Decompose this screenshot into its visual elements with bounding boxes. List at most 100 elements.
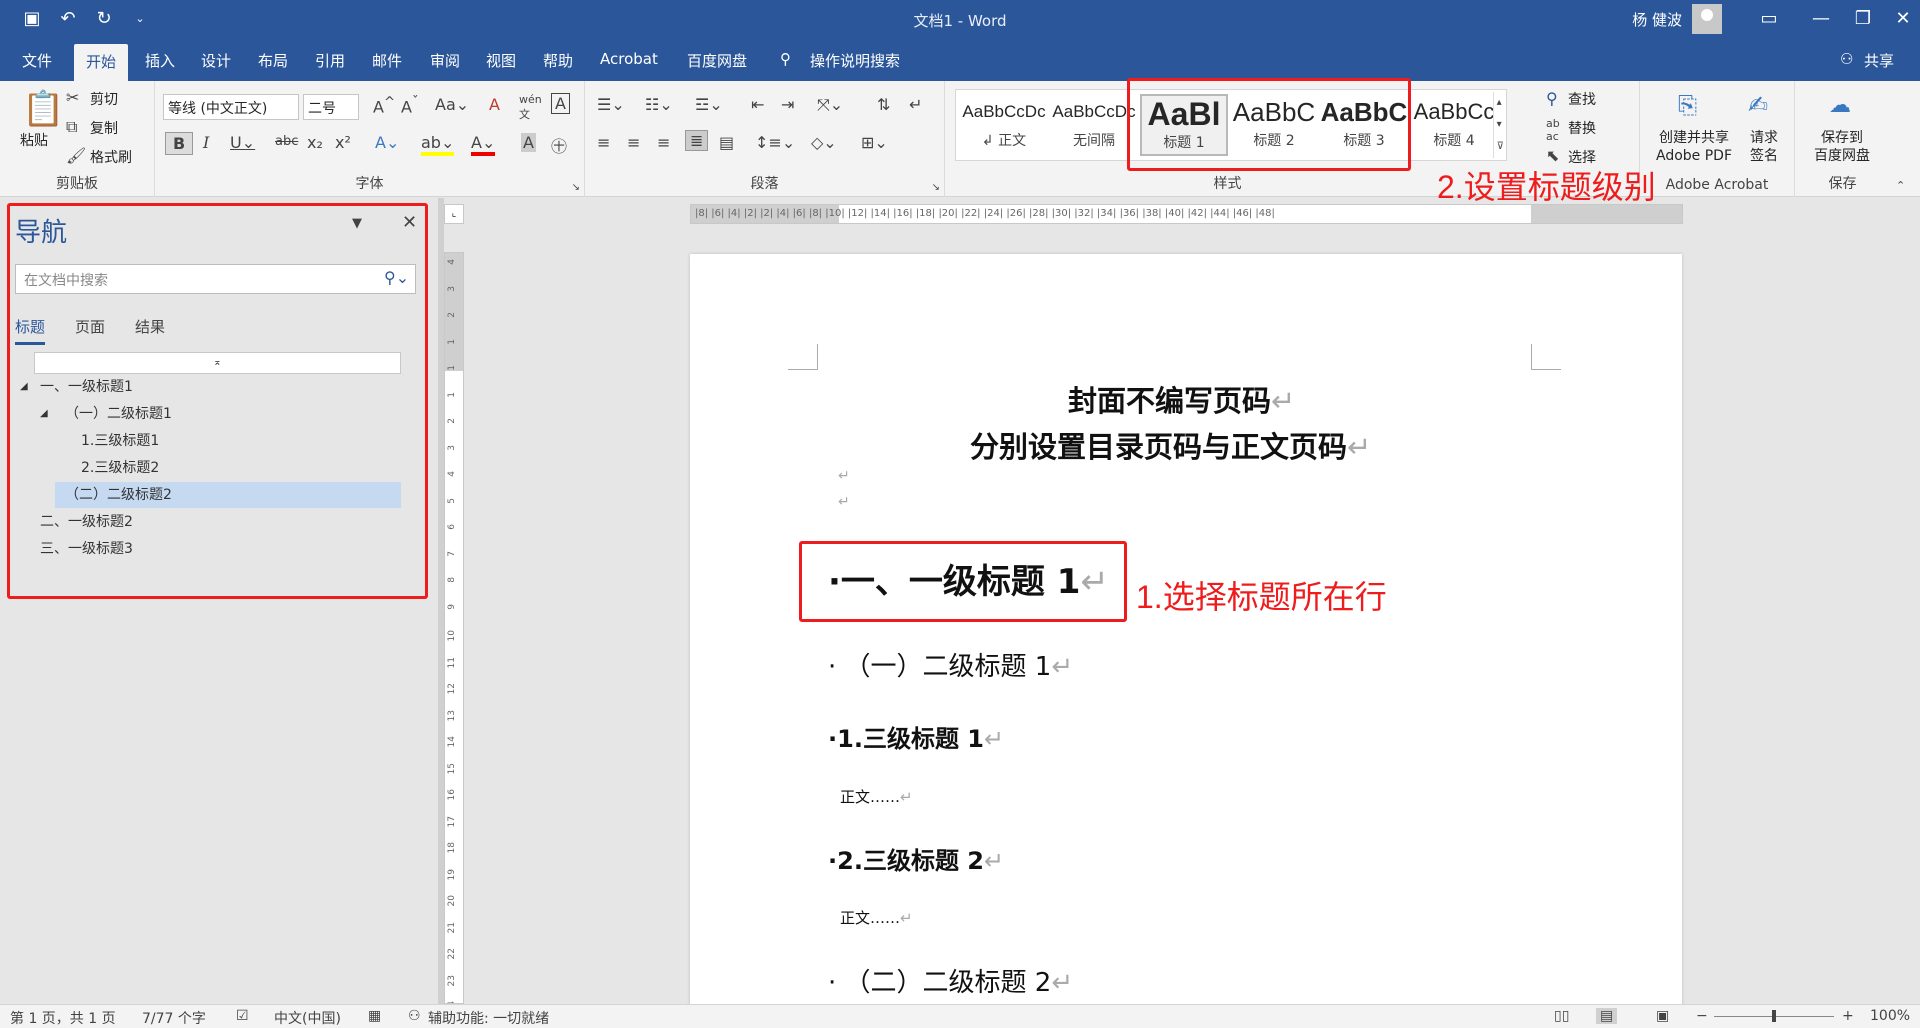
- word-count[interactable]: 7/77 个字: [142, 1008, 206, 1028]
- tab-layout[interactable]: 布局: [258, 50, 288, 71]
- multilevel-list-icon[interactable]: ☲⌄: [695, 95, 723, 114]
- find-button[interactable]: 查找: [1568, 89, 1596, 109]
- enclose-char-icon[interactable]: ㊉: [551, 133, 567, 157]
- tab-references[interactable]: 引用: [315, 50, 345, 71]
- shrink-font-icon[interactable]: Aˇ: [401, 95, 419, 116]
- grow-font-icon[interactable]: A^: [373, 95, 395, 116]
- user-name[interactable]: 杨 健波: [1632, 9, 1682, 30]
- tab-design[interactable]: 设计: [201, 50, 231, 71]
- tell-me-search[interactable]: 操作说明搜索: [810, 50, 900, 71]
- create-pdf-button[interactable]: 创建并共享 Adobe PDF: [1652, 129, 1736, 165]
- phonetic-guide-icon[interactable]: wén 文: [519, 93, 542, 122]
- minimize-icon[interactable]: —: [1806, 8, 1836, 29]
- char-scaling-icon[interactable]: ⤧⌄: [817, 95, 843, 115]
- bullets-icon[interactable]: ☰⌄: [597, 95, 625, 114]
- justify-icon[interactable]: ≣: [685, 130, 709, 151]
- font-color-icon[interactable]: A⌄: [471, 133, 496, 156]
- format-painter-button[interactable]: 格式刷: [90, 147, 132, 167]
- doc-title-2[interactable]: 分别设置目录页码与正文页码↵: [970, 424, 1371, 466]
- doc-title-1[interactable]: 封面不编写页码↵: [1068, 378, 1295, 420]
- char-shading-icon[interactable]: A: [521, 133, 536, 152]
- italic-icon[interactable]: I: [203, 133, 209, 152]
- proofing-icon[interactable]: ☑: [236, 1008, 249, 1024]
- macro-icon[interactable]: ▦: [368, 1008, 381, 1024]
- doc-heading-2b[interactable]: · （二）二级标题 2↵: [828, 962, 1073, 999]
- horizontal-ruler[interactable]: |8| |6| |4| |2| |2| |4| |6| |8| |10| |12…: [690, 204, 1683, 224]
- strikethrough-icon[interactable]: abc: [275, 134, 298, 149]
- highlight-icon[interactable]: ab⌄: [421, 133, 455, 156]
- tab-mailings[interactable]: 邮件: [372, 50, 402, 71]
- align-left-icon[interactable]: ≡: [597, 133, 610, 152]
- cut-button[interactable]: 剪切: [90, 89, 118, 109]
- copy-button[interactable]: 复制: [90, 118, 118, 138]
- ruler-number: 19: [447, 868, 457, 880]
- tab-review[interactable]: 审阅: [430, 50, 460, 71]
- paste-button[interactable]: 粘贴: [20, 130, 48, 150]
- tab-home[interactable]: 开始: [74, 44, 129, 81]
- collapse-ribbon-icon[interactable]: ⌃: [1896, 179, 1905, 192]
- zoom-in-button[interactable]: +: [1842, 1008, 1854, 1024]
- tab-view[interactable]: 视图: [486, 50, 516, 71]
- web-layout-icon[interactable]: ▣: [1656, 1008, 1669, 1024]
- superscript-icon[interactable]: x²: [335, 133, 351, 152]
- tab-insert[interactable]: 插入: [145, 50, 175, 71]
- font-dialog-launcher-icon[interactable]: ↘: [572, 182, 580, 193]
- line-spacing-icon[interactable]: ↕≡⌄: [755, 133, 795, 152]
- decrease-indent-icon[interactable]: ⇤: [751, 95, 764, 114]
- style-no-spacing[interactable]: AaBbCcDc 无间隔: [1050, 94, 1138, 156]
- replace-button[interactable]: 替换: [1568, 118, 1596, 138]
- document-page[interactable]: 封面不编写页码↵ 分别设置目录页码与正文页码↵ ↵ ↵ ·一、一级标题 1↵ ·…: [690, 254, 1682, 1014]
- print-layout-icon[interactable]: ▤: [1596, 1008, 1618, 1024]
- doc-heading-3b[interactable]: ·2.三级标题 2↵: [828, 841, 1004, 876]
- ribbon-display-icon[interactable]: ▭: [1754, 8, 1784, 29]
- font-name-select[interactable]: 等线 (中文正文): [163, 94, 299, 120]
- bold-icon[interactable]: B: [165, 132, 194, 155]
- show-marks-icon[interactable]: ↵: [909, 95, 922, 114]
- borders-icon[interactable]: ⊞⌄: [861, 133, 888, 152]
- increase-indent-icon[interactable]: ⇥: [781, 95, 794, 114]
- doc-body-2[interactable]: 正文……↵: [840, 907, 913, 928]
- paste-icon[interactable]: 📋: [22, 89, 64, 129]
- tab-selector[interactable]: ⌞: [444, 204, 464, 224]
- avatar[interactable]: [1692, 4, 1722, 34]
- zoom-level[interactable]: 100%: [1870, 1008, 1910, 1024]
- distributed-icon[interactable]: ▤: [719, 133, 734, 152]
- numbering-icon[interactable]: ☷⌄: [645, 95, 673, 114]
- zoom-out-button[interactable]: −: [1696, 1008, 1708, 1024]
- share-button[interactable]: 共享: [1864, 50, 1894, 71]
- styles-scroll-icon[interactable]: ▴ ▾ ⊽: [1492, 92, 1504, 158]
- align-center-icon[interactable]: ≡: [627, 133, 640, 152]
- clear-format-icon[interactable]: A: [489, 95, 500, 114]
- tab-acrobat[interactable]: Acrobat: [600, 50, 658, 68]
- underline-icon[interactable]: U⌄: [230, 133, 255, 152]
- tab-baidu[interactable]: 百度网盘: [687, 50, 747, 71]
- language[interactable]: 中文(中国): [274, 1008, 341, 1028]
- tab-help[interactable]: 帮助: [543, 50, 573, 71]
- close-icon[interactable]: ✕: [1888, 8, 1918, 29]
- style-normal[interactable]: AaBbCcDc ↲ 正文: [960, 94, 1048, 156]
- doc-heading-2a[interactable]: · （一）二级标题 1↵: [828, 646, 1073, 683]
- zoom-slider-thumb[interactable]: [1772, 1010, 1776, 1022]
- paragraph-dialog-launcher-icon[interactable]: ↘: [932, 182, 940, 193]
- accessibility-status[interactable]: 辅助功能: 一切就绪: [428, 1008, 549, 1028]
- doc-heading-3a[interactable]: ·1.三级标题 1↵: [828, 719, 1004, 754]
- char-border-icon[interactable]: A: [551, 93, 570, 114]
- shading-icon[interactable]: ◇⌄: [811, 133, 837, 152]
- font-size-select[interactable]: 二号: [303, 94, 359, 120]
- ribbon-tabs: 文件 开始 插入 设计 布局 引用 邮件 审阅 视图 帮助 Acrobat 百度…: [0, 40, 1920, 81]
- style-heading-4[interactable]: AaBbCc 标题 4: [1410, 94, 1498, 156]
- read-mode-icon[interactable]: ▯▯: [1554, 1008, 1569, 1024]
- restore-icon[interactable]: ❐: [1848, 8, 1878, 29]
- subscript-icon[interactable]: x₂: [307, 133, 323, 152]
- annotation-box-styles: [1127, 78, 1411, 171]
- page-count[interactable]: 第 1 页，共 1 页: [10, 1008, 116, 1028]
- change-case-icon[interactable]: Aa⌄: [435, 95, 469, 114]
- vertical-ruler[interactable]: 4 3 2 1 1 1 2 3 4 5 6 7 8 9 10 11 12 13 14 15 16 17 18 19 20 21 22…: [444, 252, 464, 1004]
- save-to-baidu-button[interactable]: 保存到 百度网盘: [1807, 129, 1877, 165]
- doc-body-1[interactable]: 正文……↵: [840, 786, 913, 807]
- text-effects-icon[interactable]: A⌄: [375, 133, 399, 152]
- request-sign-button[interactable]: 请求 签名: [1744, 129, 1784, 165]
- sort-icon[interactable]: ⇅: [877, 95, 890, 114]
- tab-file[interactable]: 文件: [22, 50, 52, 71]
- align-right-icon[interactable]: ≡: [657, 133, 670, 152]
